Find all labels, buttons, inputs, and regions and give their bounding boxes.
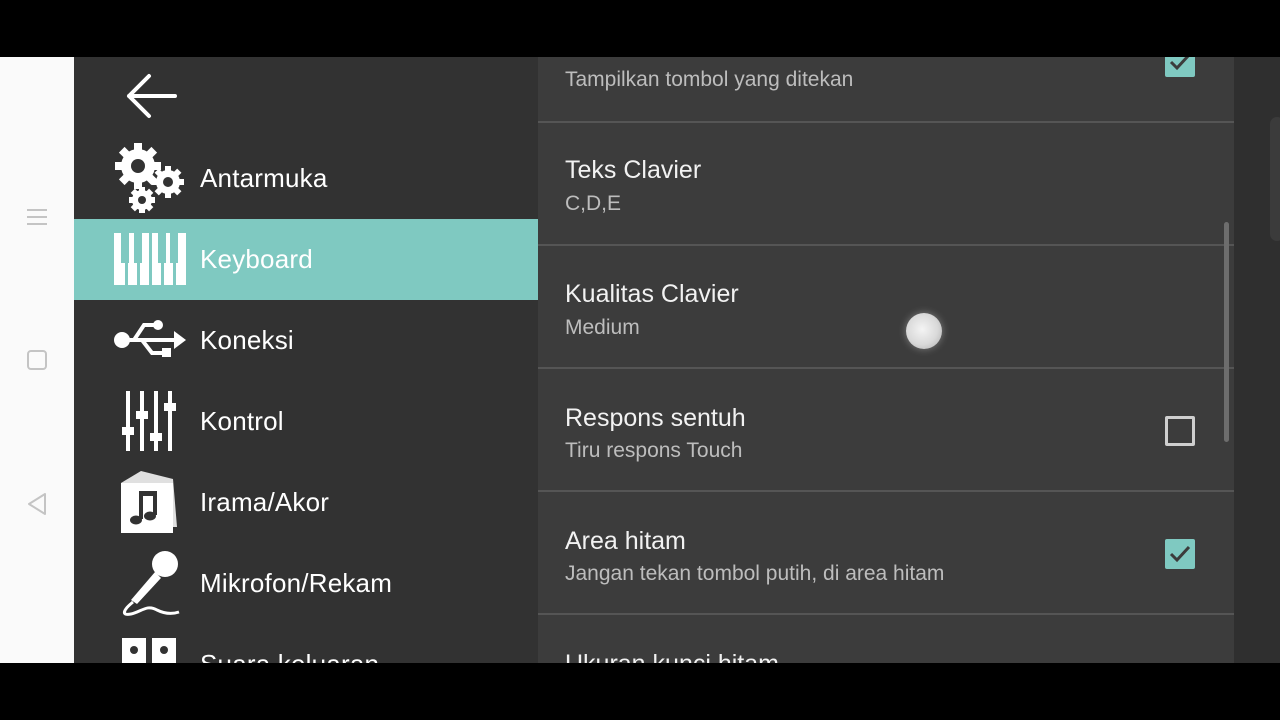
- gears-icon: [112, 140, 188, 216]
- setting-subtitle: Medium: [565, 316, 640, 339]
- microphone-icon: [112, 545, 188, 621]
- checkbox-checked[interactable]: [1165, 57, 1195, 77]
- setting-title: Teks Clavier: [565, 156, 702, 184]
- setting-row-show-pressed[interactable]: Tampilkan tombol yang ditekan: [538, 57, 1234, 123]
- speakers-icon: [112, 626, 188, 663]
- back-button[interactable]: [122, 69, 180, 123]
- letterbox-bottom: [0, 663, 1280, 720]
- menu-label-suara-keluaran: Suara keluaran: [200, 649, 379, 663]
- square-icon: [27, 350, 47, 370]
- checkmark-icon: [1169, 57, 1190, 71]
- app-screen: Antarmuka Keyboard Koneksi Kontrol Irama…: [0, 57, 1280, 663]
- setting-title: Kualitas Clavier: [565, 280, 739, 308]
- setting-row-kualitas-clavier[interactable]: Kualitas Clavier Medium: [538, 246, 1234, 369]
- sliders-icon: [112, 383, 188, 459]
- menu-item-suara-keluaran[interactable]: Suara keluaran: [74, 624, 538, 663]
- recent-apps-button[interactable]: [22, 202, 52, 232]
- menu-item-keyboard[interactable]: Keyboard: [74, 219, 538, 300]
- setting-row-teks-clavier[interactable]: Teks Clavier C,D,E: [538, 123, 1234, 246]
- home-button[interactable]: [22, 345, 52, 375]
- arrow-left-icon: [127, 74, 177, 118]
- menu-item-mikrofon-rekam[interactable]: Mikrofon/Rekam: [74, 543, 538, 624]
- menu-item-irama-akor[interactable]: Irama/Akor: [74, 462, 538, 543]
- setting-row-ukuran-kunci-hitam[interactable]: Ukuran kunci hitam: [538, 615, 1234, 663]
- setting-subtitle: Jangan tekan tombol putih, di area hitam: [565, 562, 945, 585]
- setting-title: Area hitam: [565, 527, 686, 555]
- menu-label-antarmuka: Antarmuka: [200, 163, 328, 193]
- checkbox-unchecked[interactable]: [1165, 416, 1195, 446]
- menu-label-koneksi: Koneksi: [200, 325, 294, 355]
- checkbox-checked[interactable]: [1165, 539, 1195, 569]
- music-note-icon: [112, 464, 188, 540]
- menu-label-irama-akor: Irama/Akor: [200, 487, 330, 517]
- menu-item-koneksi[interactable]: Koneksi: [74, 300, 538, 381]
- setting-title: Respons sentuh: [565, 404, 746, 432]
- setting-title: Ukuran kunci hitam: [565, 650, 779, 663]
- menu-label-mikrofon-rekam: Mikrofon/Rekam: [200, 568, 393, 598]
- back-system-button[interactable]: [22, 489, 52, 519]
- letterbox-top: [0, 0, 1280, 57]
- scrollbar-thumb[interactable]: [1224, 222, 1229, 442]
- setting-subtitle: C,D,E: [565, 192, 622, 215]
- menu-lines-icon: [27, 209, 47, 225]
- checkmark-icon: [1169, 545, 1191, 563]
- setting-row-respons-sentuh[interactable]: Respons sentuh Tiru respons Touch: [538, 369, 1234, 492]
- menu-item-kontrol[interactable]: Kontrol: [74, 381, 538, 462]
- setting-subtitle: Tiru respons Touch: [565, 439, 743, 462]
- triangle-back-icon: [28, 493, 46, 515]
- system-nav-bar: [0, 57, 74, 663]
- menu-label-keyboard: Keyboard: [200, 244, 313, 274]
- edge-panel-handle[interactable]: [1270, 117, 1280, 241]
- settings-drawer: Antarmuka Keyboard Koneksi Kontrol Irama…: [74, 57, 538, 663]
- touch-indicator: [906, 313, 942, 349]
- setting-row-area-hitam[interactable]: Area hitam Jangan tekan tombol putih, di…: [538, 492, 1234, 615]
- piano-keys-icon: [112, 221, 188, 297]
- menu-label-kontrol: Kontrol: [200, 406, 284, 436]
- usb-icon: [112, 302, 188, 378]
- menu-item-antarmuka[interactable]: Antarmuka: [74, 138, 538, 219]
- keyboard-settings-list: Tampilkan tombol yang ditekan Teks Clavi…: [538, 57, 1234, 663]
- setting-subtitle: Tampilkan tombol yang ditekan: [565, 68, 854, 91]
